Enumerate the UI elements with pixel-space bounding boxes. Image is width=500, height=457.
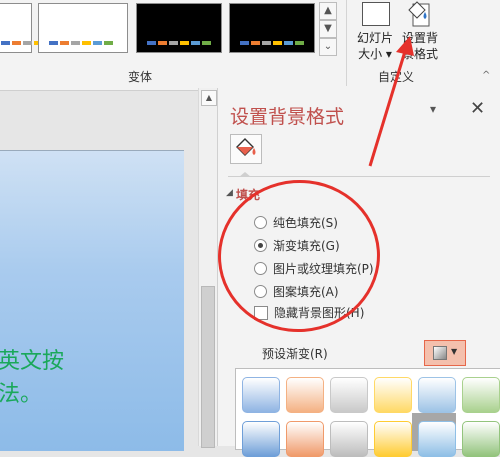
variant-color-bar bbox=[147, 41, 156, 45]
annotation-arrow-icon bbox=[368, 36, 414, 167]
variant-color-bar bbox=[240, 41, 249, 45]
scroll-up-arrow-icon[interactable]: ▲ bbox=[201, 90, 217, 106]
variant-color-bars bbox=[147, 41, 211, 45]
variant-color-bar bbox=[71, 41, 80, 45]
fill-tab[interactable] bbox=[230, 134, 262, 164]
variant-color-bar bbox=[295, 41, 304, 45]
vertical-scrollbar[interactable]: ▲ bbox=[198, 88, 217, 448]
pane-options-caret-icon[interactable]: ▾ bbox=[430, 102, 436, 116]
variant-color-bar bbox=[191, 41, 200, 45]
tab-divider bbox=[228, 176, 490, 177]
preset-gradients-gallery bbox=[235, 368, 500, 457]
paint-bucket-icon bbox=[236, 138, 256, 156]
variant-color-bar bbox=[60, 41, 69, 45]
variant-color-bar bbox=[104, 41, 113, 45]
slide-text-line-2[interactable]: 法。 bbox=[0, 376, 42, 408]
gradient-preset-tile[interactable] bbox=[462, 421, 500, 457]
ribbon: ▲ ▼ ⌄ 变体 幻灯片 大小 ▾ 设置背 景格式 自定义 ^ bbox=[0, 0, 500, 91]
gradient-preset-tile[interactable] bbox=[418, 377, 456, 413]
variant-color-bar bbox=[82, 41, 91, 45]
variant-thumbnail-1[interactable] bbox=[0, 3, 65, 53]
close-icon[interactable]: ✕ bbox=[470, 98, 485, 119]
gradient-preset-tile[interactable] bbox=[242, 377, 280, 413]
variant-color-bar bbox=[202, 41, 211, 45]
gradient-swatch-icon bbox=[433, 346, 447, 360]
variant-thumbnail-2[interactable] bbox=[38, 3, 128, 53]
variant-group-label: 变体 bbox=[128, 70, 153, 84]
gradient-preset-tile[interactable] bbox=[242, 421, 280, 457]
gradient-preset-tile[interactable] bbox=[286, 421, 324, 457]
variant-color-bars bbox=[240, 41, 304, 45]
collapse-ribbon-icon[interactable]: ^ bbox=[482, 70, 490, 81]
variant-color-bar bbox=[169, 41, 178, 45]
scrollbar-thumb[interactable] bbox=[201, 286, 215, 448]
variant-color-bar bbox=[251, 41, 260, 45]
dropdown-caret-icon: ▼ bbox=[451, 347, 458, 356]
variant-color-bar bbox=[273, 41, 282, 45]
gradient-preset-tile[interactable] bbox=[374, 377, 412, 413]
slide-editing-area: 英文按 法。 bbox=[0, 91, 198, 451]
variant-color-bar bbox=[23, 41, 32, 45]
ribbon-separator bbox=[346, 0, 347, 86]
gradient-preset-tile[interactable] bbox=[286, 377, 324, 413]
variant-thumbnail-3[interactable] bbox=[136, 3, 222, 53]
variant-color-bar bbox=[180, 41, 189, 45]
slide[interactable]: 英文按 法。 bbox=[0, 150, 184, 451]
variant-color-bar bbox=[12, 41, 21, 45]
variants-scroll-down-button[interactable]: ▼ bbox=[319, 20, 337, 38]
gradient-preset-tile[interactable] bbox=[462, 377, 500, 413]
slide-size-icon bbox=[362, 2, 390, 26]
tab-pointer bbox=[239, 172, 251, 177]
gradient-preset-tile[interactable] bbox=[374, 421, 412, 457]
variant-color-bar bbox=[284, 41, 293, 45]
variants-more-button[interactable]: ⌄ bbox=[319, 38, 337, 56]
variant-color-bar bbox=[93, 41, 102, 45]
variant-color-bar bbox=[1, 41, 10, 45]
preset-gradients-dropdown[interactable]: ▼ bbox=[424, 340, 466, 366]
variant-color-bar bbox=[158, 41, 167, 45]
variant-thumbnail-4[interactable] bbox=[229, 3, 315, 53]
variants-scroll-up-button[interactable]: ▲ bbox=[319, 2, 337, 20]
variant-color-bars bbox=[49, 41, 113, 45]
gradient-preset-tile[interactable] bbox=[418, 421, 456, 457]
gradient-preset-tile[interactable] bbox=[330, 377, 368, 413]
preset-gradients-label: 预设渐变(R) bbox=[262, 347, 328, 361]
section-collapse-icon[interactable]: ◢ bbox=[226, 188, 233, 198]
pane-title: 设置背景格式 bbox=[230, 106, 345, 128]
variant-color-bar bbox=[262, 41, 271, 45]
format-background-icon bbox=[408, 1, 430, 27]
slide-text-line-1[interactable]: 英文按 bbox=[0, 343, 64, 375]
gradient-preset-tile[interactable] bbox=[330, 421, 368, 457]
variant-color-bar bbox=[49, 41, 58, 45]
